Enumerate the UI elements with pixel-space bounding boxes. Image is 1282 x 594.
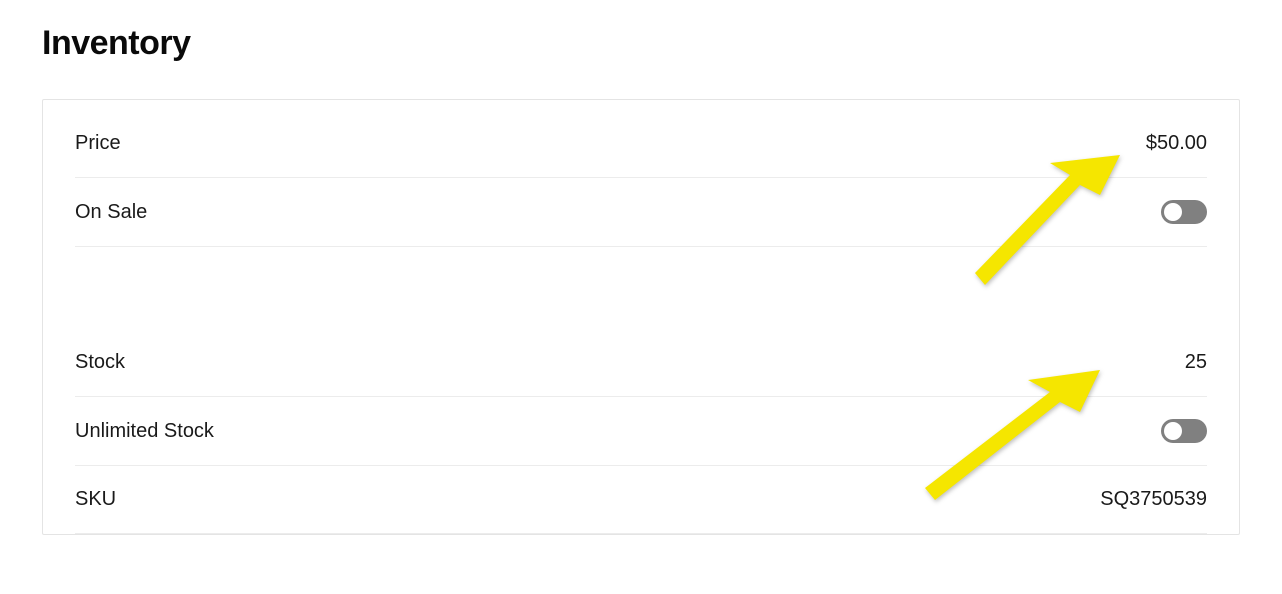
unlimited-stock-label: Unlimited Stock [75, 420, 214, 443]
stock-row[interactable]: Stock 25 [75, 319, 1207, 397]
sku-row[interactable]: SKU SQ3750539 [75, 466, 1207, 534]
sku-value: SQ3750539 [1100, 488, 1207, 511]
on-sale-toggle[interactable] [1161, 200, 1207, 224]
on-sale-row: On Sale [75, 178, 1207, 247]
stock-group: Stock 25 Unlimited Stock SKU SQ3750539 [43, 319, 1239, 534]
stock-label: Stock [75, 351, 125, 374]
unlimited-stock-toggle[interactable] [1161, 419, 1207, 443]
page-title: Inventory [42, 24, 1240, 63]
price-value: $50.00 [1146, 132, 1207, 155]
inventory-panel: Price $50.00 On Sale Stock 25 Unlimited … [42, 99, 1240, 535]
price-row[interactable]: Price $50.00 [75, 100, 1207, 178]
pricing-group: Price $50.00 On Sale [43, 100, 1239, 247]
price-label: Price [75, 132, 121, 155]
unlimited-stock-row: Unlimited Stock [75, 397, 1207, 466]
stock-value: 25 [1185, 351, 1207, 374]
toggle-knob-icon [1164, 203, 1182, 221]
toggle-knob-icon [1164, 422, 1182, 440]
on-sale-label: On Sale [75, 201, 147, 224]
sku-label: SKU [75, 488, 116, 511]
